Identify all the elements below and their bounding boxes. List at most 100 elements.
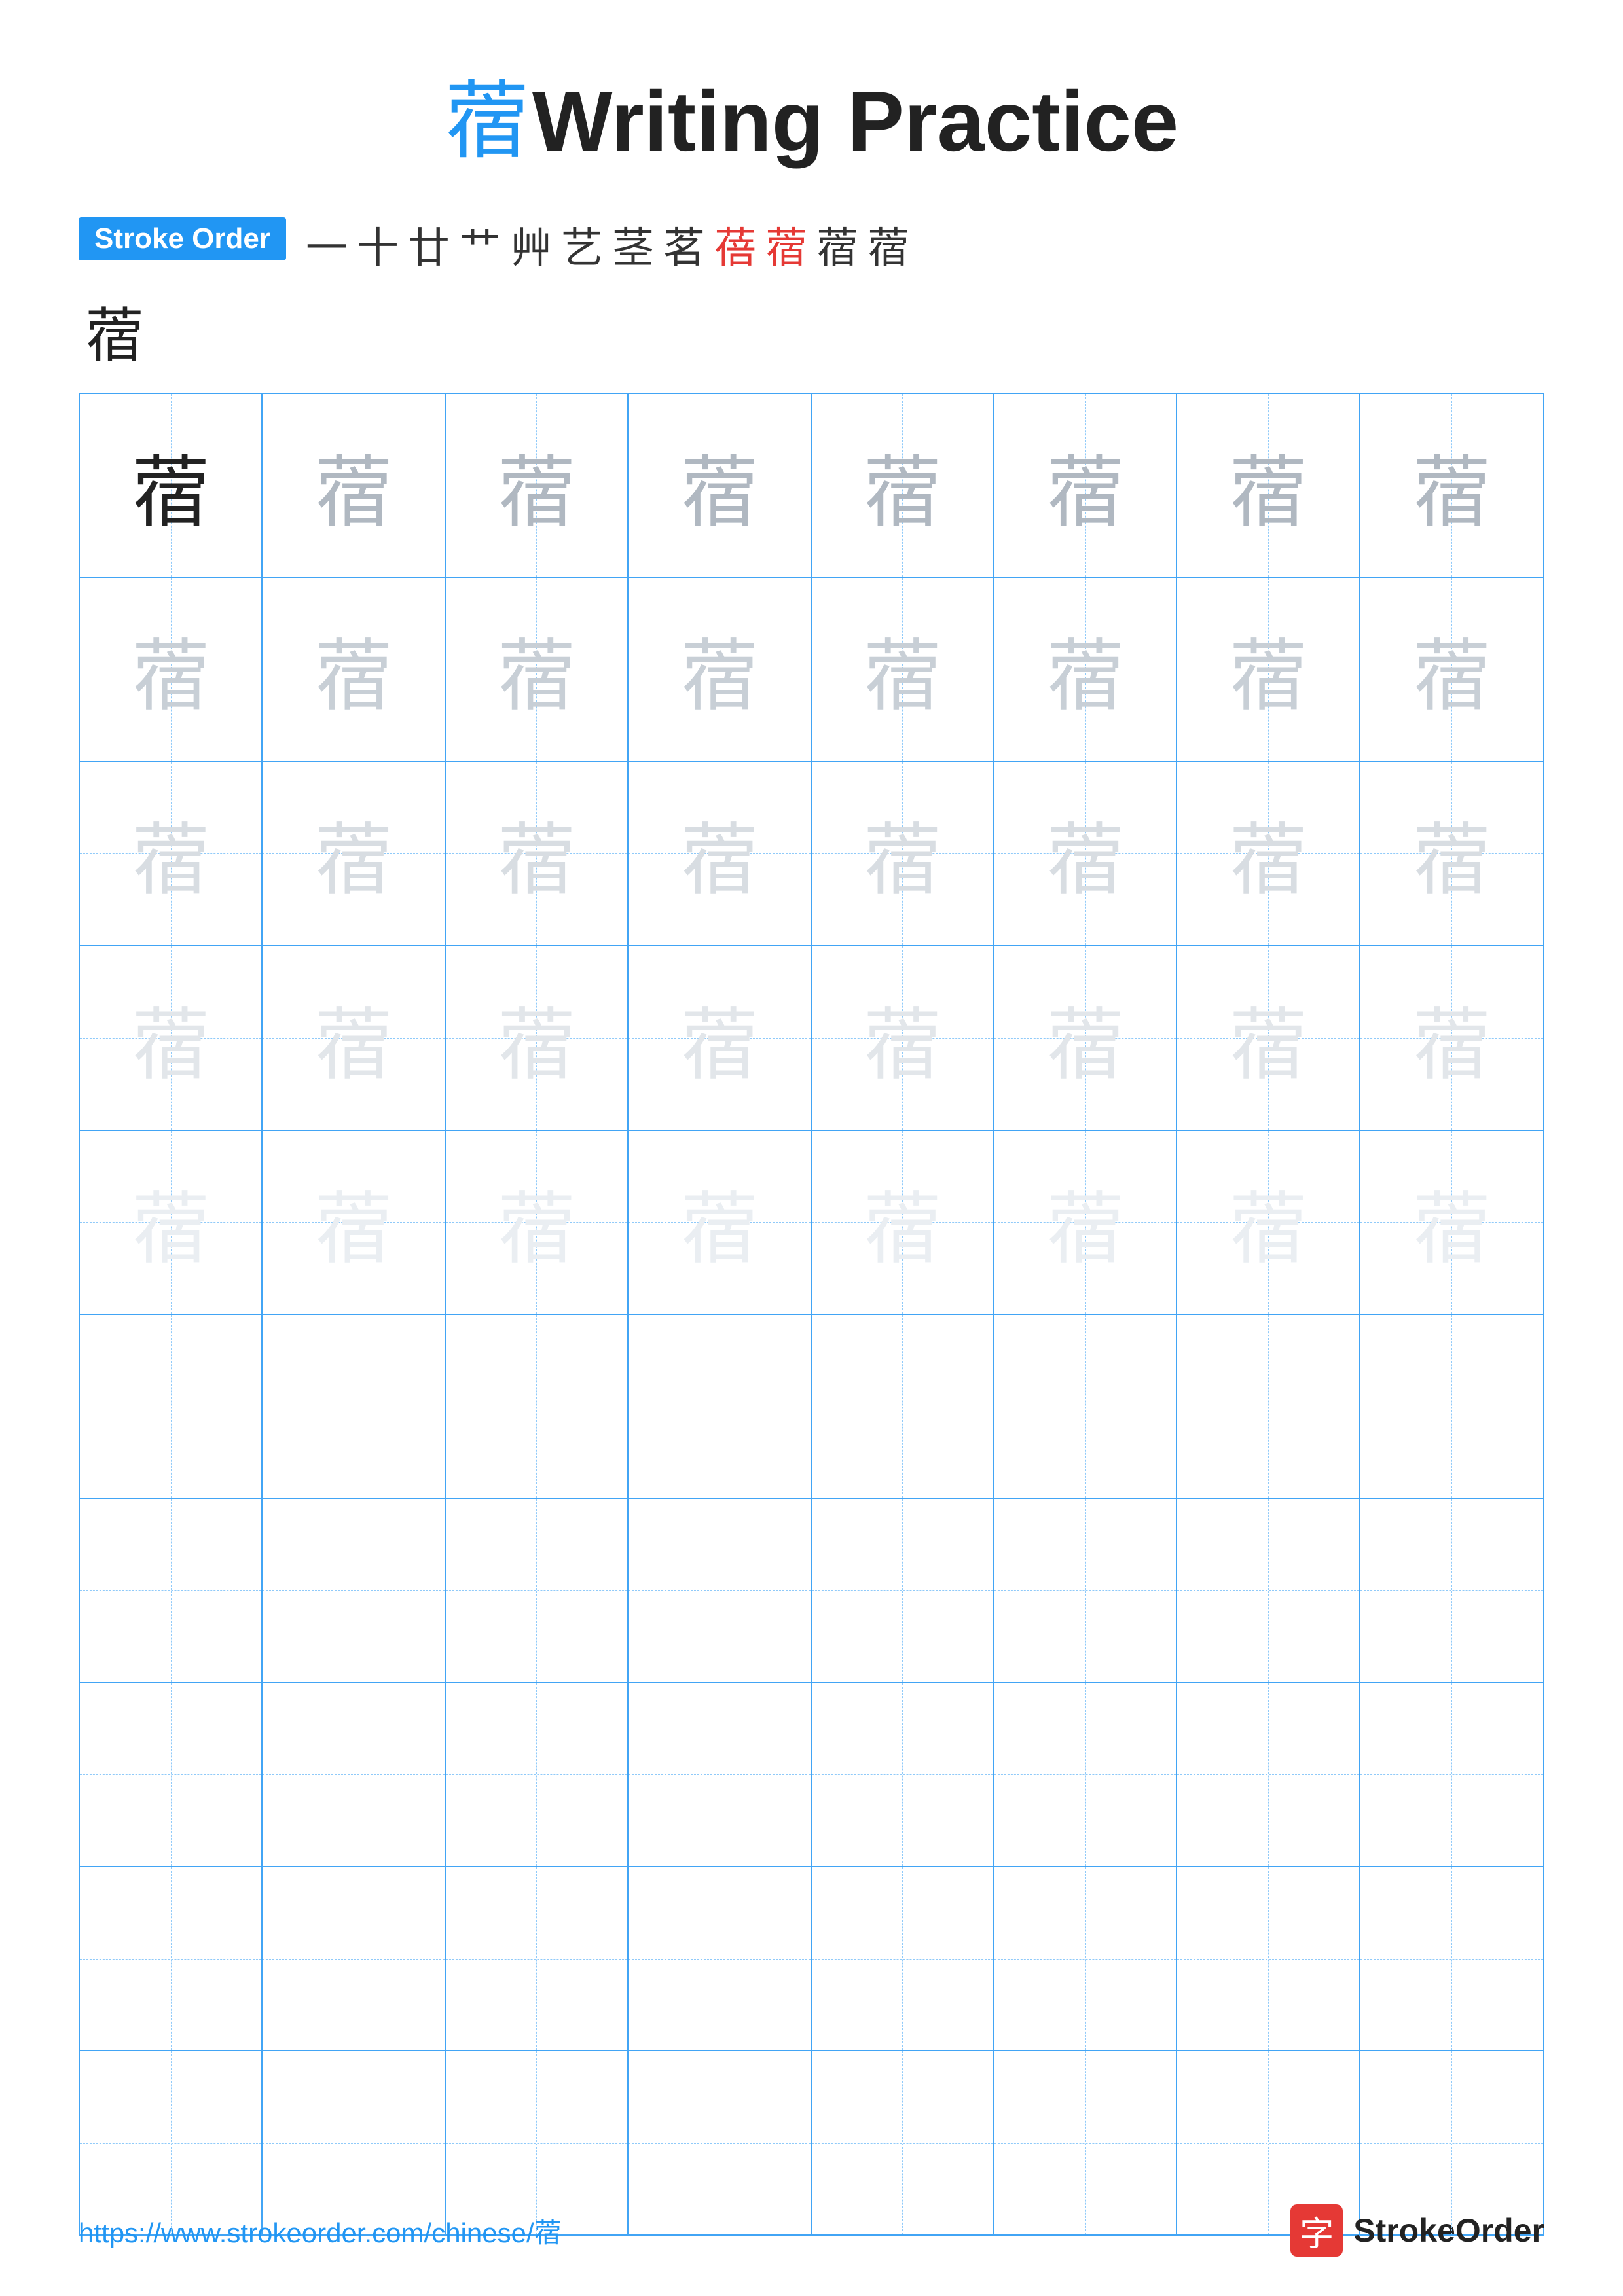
grid-cell[interactable]: 蓿	[994, 762, 1177, 945]
grid-cell-empty[interactable]	[1360, 1499, 1543, 1681]
grid-cell-empty[interactable]	[446, 1867, 629, 2050]
practice-char: 蓿	[863, 797, 941, 910]
writing-grid[interactable]: 蓿 蓿 蓿 蓿 蓿 蓿 蓿 蓿 蓿 蓿 蓿 蓿 蓿 蓿 蓿 蓿 蓿 蓿 蓿 蓿 …	[79, 393, 1544, 2236]
stroke-order-badge: Stroke Order	[79, 217, 286, 260]
grid-cell-empty[interactable]	[446, 1683, 629, 1866]
grid-cell[interactable]: 蓿	[1360, 578, 1543, 761]
grid-cell[interactable]: 蓿	[629, 394, 811, 577]
grid-cell[interactable]: 蓿	[446, 946, 629, 1129]
grid-cell[interactable]: 蓿	[263, 578, 445, 761]
grid-cell-empty[interactable]	[629, 1315, 811, 1498]
page-title: Writing Practice	[532, 73, 1178, 169]
grid-row-4: 蓿 蓿 蓿 蓿 蓿 蓿 蓿 蓿	[80, 946, 1543, 1130]
stroke-1: 一	[306, 215, 348, 275]
grid-cell-empty[interactable]	[1177, 1315, 1360, 1498]
grid-cell-empty[interactable]	[1177, 1683, 1360, 1866]
grid-cell[interactable]: 蓿	[1360, 394, 1543, 577]
grid-cell[interactable]: 蓿	[446, 578, 629, 761]
practice-char: 蓿	[314, 981, 393, 1095]
grid-cell[interactable]: 蓿	[1177, 578, 1360, 761]
grid-cell[interactable]: 蓿	[629, 946, 811, 1129]
title-section: 蓿 Writing Practice	[79, 52, 1544, 175]
grid-cell[interactable]: 蓿	[1177, 762, 1360, 945]
grid-cell[interactable]: 蓿	[263, 762, 445, 945]
grid-cell-empty[interactable]	[1360, 1315, 1543, 1498]
grid-cell[interactable]: 蓿	[629, 762, 811, 945]
grid-cell[interactable]: 蓿	[446, 394, 629, 577]
grid-cell[interactable]: 蓿	[263, 946, 445, 1129]
grid-cell-empty[interactable]	[994, 1315, 1177, 1498]
grid-cell-empty[interactable]	[994, 1683, 1177, 1866]
practice-char: 蓿	[1229, 429, 1307, 543]
grid-cell[interactable]: 蓿	[812, 762, 994, 945]
grid-cell-empty[interactable]	[812, 1315, 994, 1498]
grid-cell-empty[interactable]	[812, 1867, 994, 2050]
grid-cell[interactable]: 蓿	[629, 578, 811, 761]
grid-row-6	[80, 1315, 1543, 1499]
grid-cell[interactable]: 蓿	[994, 578, 1177, 761]
footer-brand: 字 StrokeOrder	[1290, 2204, 1544, 2257]
grid-cell[interactable]: 蓿	[629, 1131, 811, 1314]
footer-logo: 字	[1290, 2204, 1343, 2257]
practice-char: 蓿	[1412, 1165, 1491, 1279]
grid-cell-empty[interactable]	[812, 1499, 994, 1681]
grid-cell[interactable]: 蓿	[1360, 762, 1543, 945]
grid-cell-empty[interactable]	[1177, 1867, 1360, 2050]
grid-cell-empty[interactable]	[1360, 1683, 1543, 1866]
grid-cell[interactable]: 蓿	[1360, 946, 1543, 1129]
grid-cell-empty[interactable]	[80, 1499, 263, 1681]
grid-cell[interactable]: 蓿	[80, 1131, 263, 1314]
grid-cell-empty[interactable]	[80, 1867, 263, 2050]
grid-cell[interactable]: 蓿	[1177, 946, 1360, 1129]
grid-cell[interactable]: 蓿	[80, 762, 263, 945]
grid-cell[interactable]: 蓿	[1177, 394, 1360, 577]
grid-cell-empty[interactable]	[263, 1315, 445, 1498]
practice-char: 蓿	[863, 613, 941, 726]
stroke-7: 茎	[612, 215, 654, 275]
grid-cell-empty[interactable]	[446, 1315, 629, 1498]
grid-cell[interactable]: 蓿	[446, 762, 629, 945]
grid-cell[interactable]: 蓿	[994, 394, 1177, 577]
stroke-9: 蓓	[714, 215, 756, 275]
grid-cell[interactable]: 蓿	[263, 394, 445, 577]
grid-cell-empty[interactable]	[994, 1499, 1177, 1681]
grid-cell-empty[interactable]	[629, 1499, 811, 1681]
grid-cell[interactable]: 蓿	[812, 394, 994, 577]
grid-row-7	[80, 1499, 1543, 1683]
final-char: 蓿	[85, 288, 1544, 373]
practice-char: 蓿	[1412, 613, 1491, 726]
grid-cell[interactable]: 蓿	[80, 578, 263, 761]
grid-row-5: 蓿 蓿 蓿 蓿 蓿 蓿 蓿 蓿	[80, 1131, 1543, 1315]
grid-cell[interactable]: 蓿	[446, 1131, 629, 1314]
grid-cell-empty[interactable]	[629, 1867, 811, 2050]
stroke-sequence: 一 十 廿 艹 艸 艺 茎 茗 蓓 蓿 蓿 蓿	[306, 215, 909, 275]
grid-cell-empty[interactable]	[446, 1499, 629, 1681]
grid-cell[interactable]: 蓿	[263, 1131, 445, 1314]
grid-cell-empty[interactable]	[994, 1867, 1177, 2050]
practice-char: 蓿	[132, 429, 210, 543]
grid-cell-empty[interactable]	[629, 1683, 811, 1866]
stroke-3: 廿	[408, 215, 450, 275]
footer-url[interactable]: https://www.strokeorder.com/chinese/蓿	[79, 2211, 562, 2251]
grid-cell-empty[interactable]	[263, 1499, 445, 1681]
grid-cell[interactable]: 蓿	[80, 394, 263, 577]
practice-char: 蓿	[1412, 981, 1491, 1095]
grid-cell-empty[interactable]	[1177, 1499, 1360, 1681]
practice-char: 蓿	[680, 981, 759, 1095]
grid-cell-empty[interactable]	[263, 1683, 445, 1866]
grid-cell[interactable]: 蓿	[994, 946, 1177, 1129]
grid-cell-empty[interactable]	[80, 1683, 263, 1866]
grid-cell-empty[interactable]	[80, 1315, 263, 1498]
grid-cell[interactable]: 蓿	[812, 1131, 994, 1314]
grid-cell[interactable]: 蓿	[1177, 1131, 1360, 1314]
grid-cell-empty[interactable]	[812, 1683, 994, 1866]
grid-cell[interactable]: 蓿	[812, 578, 994, 761]
grid-cell[interactable]: 蓿	[812, 946, 994, 1129]
grid-cell[interactable]: 蓿	[994, 1131, 1177, 1314]
grid-cell[interactable]: 蓿	[1360, 1131, 1543, 1314]
grid-cell-empty[interactable]	[263, 1867, 445, 2050]
footer: https://www.strokeorder.com/chinese/蓿 字 …	[79, 2204, 1544, 2257]
grid-cell[interactable]: 蓿	[80, 946, 263, 1129]
practice-char: 蓿	[497, 429, 575, 543]
grid-cell-empty[interactable]	[1360, 1867, 1543, 2050]
